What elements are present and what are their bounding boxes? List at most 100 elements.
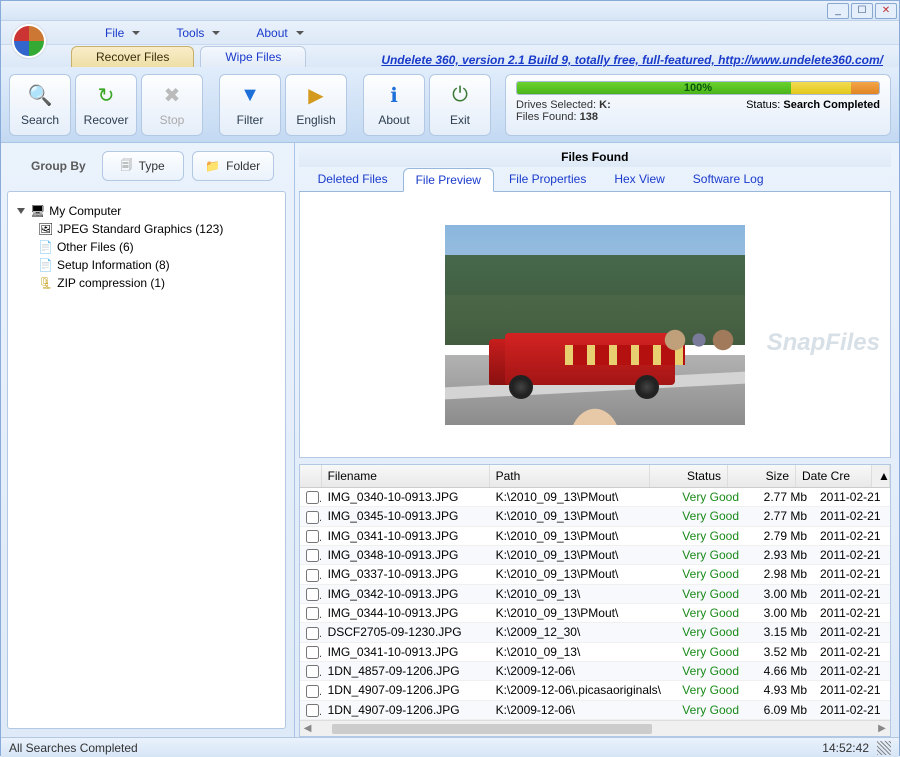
folder-icon: 📁 xyxy=(205,159,220,173)
cell-size: 2.93 Mb xyxy=(746,546,814,564)
row-checkbox[interactable] xyxy=(306,607,319,620)
cell-filename: IMG_0344-10-0913.JPG xyxy=(322,604,490,622)
table-row[interactable]: IMG_0348-10-0913.JPGK:\2010_09_13\PMout\… xyxy=(300,546,890,565)
menu-about[interactable]: About xyxy=(246,23,305,43)
col-check[interactable] xyxy=(300,465,322,487)
cell-status: Very Good xyxy=(668,662,746,680)
table-row[interactable]: IMG_0342-10-0913.JPGK:\2010_09_13\Very G… xyxy=(300,585,890,604)
table-row[interactable]: IMG_0340-10-0913.JPGK:\2010_09_13\PMout\… xyxy=(300,488,890,507)
tree-item[interactable]: 🗜ZIP compression (1) xyxy=(38,274,275,292)
cell-status: Very Good xyxy=(668,585,746,603)
row-checkbox[interactable] xyxy=(306,588,319,601)
col-status[interactable]: Status xyxy=(650,465,728,487)
search-icon: 🔍 xyxy=(27,83,53,109)
cell-path: K:\2010_09_13\PMout\ xyxy=(490,546,668,564)
cell-path: K:\2010_09_13\PMout\ xyxy=(490,604,668,622)
row-checkbox[interactable] xyxy=(306,704,319,717)
group-folder-button[interactable]: 📁 Folder xyxy=(192,151,274,181)
tab-file-properties[interactable]: File Properties xyxy=(496,167,599,191)
cell-filename: IMG_0340-10-0913.JPG xyxy=(322,488,490,506)
menu-tools[interactable]: Tools xyxy=(166,23,222,43)
tree-root[interactable]: 🖥 My Computer xyxy=(18,202,275,220)
group-type-button[interactable]: 🗐 Type xyxy=(102,151,184,181)
row-checkbox[interactable] xyxy=(306,569,319,582)
cell-date: 2011-02-21 xyxy=(814,507,890,525)
tree-item[interactable]: 📄Other Files (6) xyxy=(38,238,275,256)
menu-file[interactable]: File xyxy=(95,23,142,43)
table-row[interactable]: IMG_0341-10-0913.JPGK:\2010_09_13\Very G… xyxy=(300,643,890,662)
search-button[interactable]: 🔍 Search xyxy=(9,74,71,136)
cell-date: 2011-02-21 xyxy=(814,585,890,603)
row-checkbox[interactable] xyxy=(306,665,319,678)
watermark: SnapFiles xyxy=(767,329,880,357)
cell-path: K:\2009-12-06\.picasaoriginals\ xyxy=(490,681,668,699)
table-row[interactable]: 1DN_4857-09-1206.JPGK:\2009-12-06\Very G… xyxy=(300,662,890,681)
cell-path: K:\2010_09_13\ xyxy=(490,643,668,661)
cell-status: Very Good xyxy=(668,546,746,564)
tab-software-log[interactable]: Software Log xyxy=(680,167,777,191)
version-link[interactable]: Undelete 360, version 2.1 Build 9, total… xyxy=(381,53,883,67)
cell-date: 2011-02-21 xyxy=(814,604,890,622)
col-path[interactable]: Path xyxy=(490,465,650,487)
scroll-head: ▲ xyxy=(872,465,890,487)
cell-status: Very Good xyxy=(668,488,746,506)
tab-hex-view[interactable]: Hex View xyxy=(601,167,677,191)
exit-icon: ⏻ xyxy=(447,83,473,109)
row-checkbox[interactable] xyxy=(306,530,319,543)
cell-date: 2011-02-21 xyxy=(814,662,890,680)
row-checkbox[interactable] xyxy=(306,549,319,562)
table-row[interactable]: IMG_0341-10-0913.JPGK:\2010_09_13\PMout\… xyxy=(300,527,890,546)
row-checkbox[interactable] xyxy=(306,646,319,659)
horizontal-scrollbar[interactable]: ◀▶ xyxy=(300,720,890,736)
cell-size: 3.15 Mb xyxy=(746,623,814,641)
tree-item[interactable]: 📄Setup Information (8) xyxy=(38,256,275,274)
cell-filename: 1DN_4907-09-1206.JPG xyxy=(322,681,490,699)
about-button[interactable]: ℹ About xyxy=(363,74,425,136)
col-date[interactable]: Date Cre xyxy=(796,465,872,487)
col-filename[interactable]: Filename xyxy=(322,465,490,487)
setup-icon: 📄 xyxy=(38,258,53,272)
chevron-down-icon xyxy=(296,31,304,35)
cell-path: K:\2009-12-06\ xyxy=(490,662,668,680)
tab-recover-files[interactable]: Recover Files xyxy=(71,46,194,67)
preview-image xyxy=(445,225,745,425)
minimize-button[interactable]: _ xyxy=(827,3,849,19)
col-size[interactable]: Size xyxy=(728,465,796,487)
row-checkbox[interactable] xyxy=(306,685,319,698)
grid-header: Filename Path Status Size Date Cre ▲ xyxy=(300,465,890,488)
cell-filename: IMG_0341-10-0913.JPG xyxy=(322,527,490,545)
recover-button[interactable]: ↻ Recover xyxy=(75,74,137,136)
cell-path: K:\2010_09_13\ xyxy=(490,585,668,603)
tree-item[interactable]: 🖼JPEG Standard Graphics (123) xyxy=(38,220,275,238)
language-button[interactable]: ▶ English xyxy=(285,74,347,136)
tab-deleted-files[interactable]: Deleted Files xyxy=(305,167,401,191)
tab-wipe-files[interactable]: Wipe Files xyxy=(200,46,306,67)
chevron-down-icon xyxy=(132,31,140,35)
cell-date: 2011-02-21 xyxy=(814,681,890,699)
row-checkbox[interactable] xyxy=(306,627,319,640)
table-row[interactable]: 1DN_4907-09-1206.JPGK:\2009-12-06\.picas… xyxy=(300,681,890,700)
status-panel: 100% Drives Selected: K: Files Found: 13… xyxy=(505,74,891,136)
close-button[interactable]: ✕ xyxy=(875,3,897,19)
row-checkbox[interactable] xyxy=(306,491,319,504)
maximize-button[interactable]: ☐ xyxy=(851,3,873,19)
table-row[interactable]: 1DN_4907-09-1206.JPGK:\2009-12-06\Very G… xyxy=(300,701,890,720)
cell-size: 4.66 Mb xyxy=(746,662,814,680)
filter-button[interactable]: ▼ Filter xyxy=(219,74,281,136)
file-tree[interactable]: 🖥 My Computer 🖼JPEG Standard Graphics (1… xyxy=(7,191,286,729)
table-row[interactable]: IMG_0337-10-0913.JPGK:\2010_09_13\PMout\… xyxy=(300,565,890,584)
cell-date: 2011-02-21 xyxy=(814,527,890,545)
table-row[interactable]: IMG_0344-10-0913.JPGK:\2010_09_13\PMout\… xyxy=(300,604,890,623)
cell-status: Very Good xyxy=(668,681,746,699)
table-row[interactable]: IMG_0345-10-0913.JPGK:\2010_09_13\PMout\… xyxy=(300,507,890,526)
collapse-icon[interactable] xyxy=(17,208,25,214)
resize-grip[interactable] xyxy=(877,741,891,755)
row-checkbox[interactable] xyxy=(306,511,319,524)
zip-icon: 🗜 xyxy=(38,276,53,290)
grid-body[interactable]: IMG_0340-10-0913.JPGK:\2010_09_13\PMout\… xyxy=(300,488,890,720)
table-row[interactable]: DSCF2705-09-1230.JPGK:\2009_12_30\Very G… xyxy=(300,623,890,642)
exit-button[interactable]: ⏻ Exit xyxy=(429,74,491,136)
tab-file-preview[interactable]: File Preview xyxy=(403,168,494,192)
cell-size: 4.93 Mb xyxy=(746,681,814,699)
cell-path: K:\2010_09_13\PMout\ xyxy=(490,507,668,525)
